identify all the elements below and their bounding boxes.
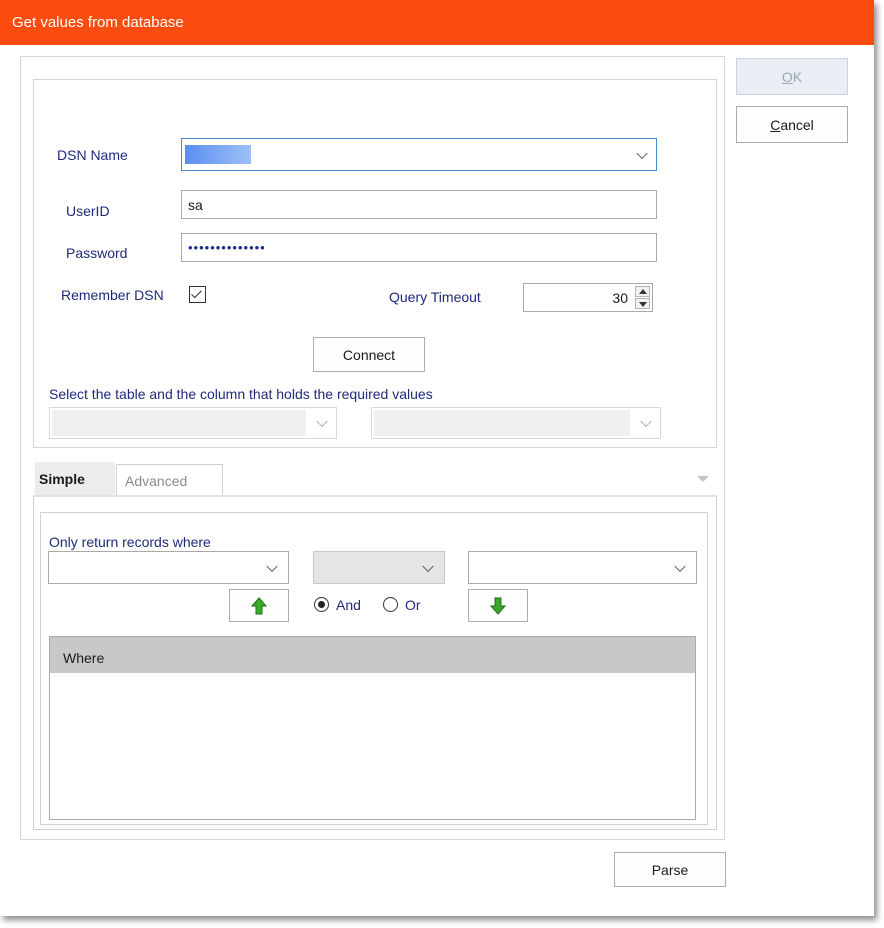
or-radio[interactable] — [383, 597, 398, 612]
userid-input[interactable]: sa — [181, 190, 657, 219]
select-table-instruction: Select the table and the column that hol… — [49, 386, 433, 402]
dsn-dropdown[interactable] — [181, 138, 657, 171]
chevron-down-icon — [422, 560, 434, 572]
chevron-down-icon — [266, 560, 278, 572]
chevron-down-icon — [674, 560, 686, 572]
ok-label: K — [792, 68, 803, 85]
dialog-window: Get values from database OK Cancel DSN N… — [0, 0, 874, 916]
window-title: Get values from database — [12, 14, 184, 31]
filter-field-dropdown[interactable] — [48, 551, 289, 584]
filter-value-dropdown[interactable] — [468, 551, 697, 584]
where-column-header[interactable]: Where — [50, 637, 695, 673]
filter-caption: Only return records where — [49, 534, 211, 550]
tab-menu-chevron-icon[interactable] — [697, 476, 709, 482]
remember-dsn-checkbox[interactable] — [189, 286, 206, 303]
password-input[interactable]: •••••••••••••• — [181, 233, 657, 262]
move-up-button[interactable] — [229, 589, 289, 622]
connect-button[interactable]: Connect — [313, 337, 425, 372]
timeout-value: 30 — [612, 289, 628, 306]
remember-dsn-label: Remember DSN — [61, 287, 164, 303]
password-value: •••••••••••••• — [188, 240, 266, 255]
or-label: Or — [405, 597, 421, 613]
tab-simple[interactable]: Simple — [35, 462, 115, 496]
dsn-selection-highlight — [185, 145, 251, 164]
ok-accel: O — [781, 68, 793, 85]
column-dropdown[interactable] — [371, 407, 661, 439]
cancel-label: ancel — [780, 116, 814, 133]
parse-label: Parse — [651, 861, 689, 878]
query-timeout-spinner[interactable]: 30 — [523, 283, 653, 312]
checkbox-checked-icon — [191, 287, 202, 299]
spin-up-icon[interactable] — [635, 286, 650, 297]
arrow-down-icon — [490, 597, 506, 615]
tab-simple-label: Simple — [39, 471, 85, 487]
cancel-button[interactable]: Cancel — [736, 106, 848, 143]
chevron-down-icon — [316, 415, 328, 428]
move-down-button[interactable] — [468, 589, 528, 622]
spin-down-icon[interactable] — [635, 298, 650, 309]
ok-button[interactable]: OK — [736, 58, 848, 95]
title-bar: Get values from database — [0, 0, 874, 45]
where-header-label: Where — [63, 650, 105, 666]
radio-checked-icon — [318, 601, 325, 608]
userid-value: sa — [188, 196, 203, 213]
where-list[interactable]: Where — [49, 636, 696, 820]
filter-operator-dropdown[interactable] — [313, 551, 445, 584]
connect-label: Connect — [342, 346, 396, 363]
table-dropdown[interactable] — [49, 407, 337, 439]
and-label: And — [336, 597, 361, 613]
arrow-up-icon — [251, 596, 267, 614]
password-label: Password — [66, 245, 128, 261]
tab-advanced-label: Advanced — [125, 472, 188, 489]
userid-label: UserID — [66, 203, 110, 219]
query-timeout-label: Query Timeout — [389, 289, 481, 305]
tab-advanced[interactable]: Advanced — [116, 464, 223, 496]
cancel-accel: C — [770, 116, 781, 133]
chevron-down-icon — [640, 415, 652, 428]
and-radio[interactable] — [314, 597, 329, 612]
parse-button[interactable]: Parse — [614, 852, 726, 887]
chevron-down-icon — [636, 147, 648, 159]
dsn-label: DSN Name — [57, 147, 128, 163]
